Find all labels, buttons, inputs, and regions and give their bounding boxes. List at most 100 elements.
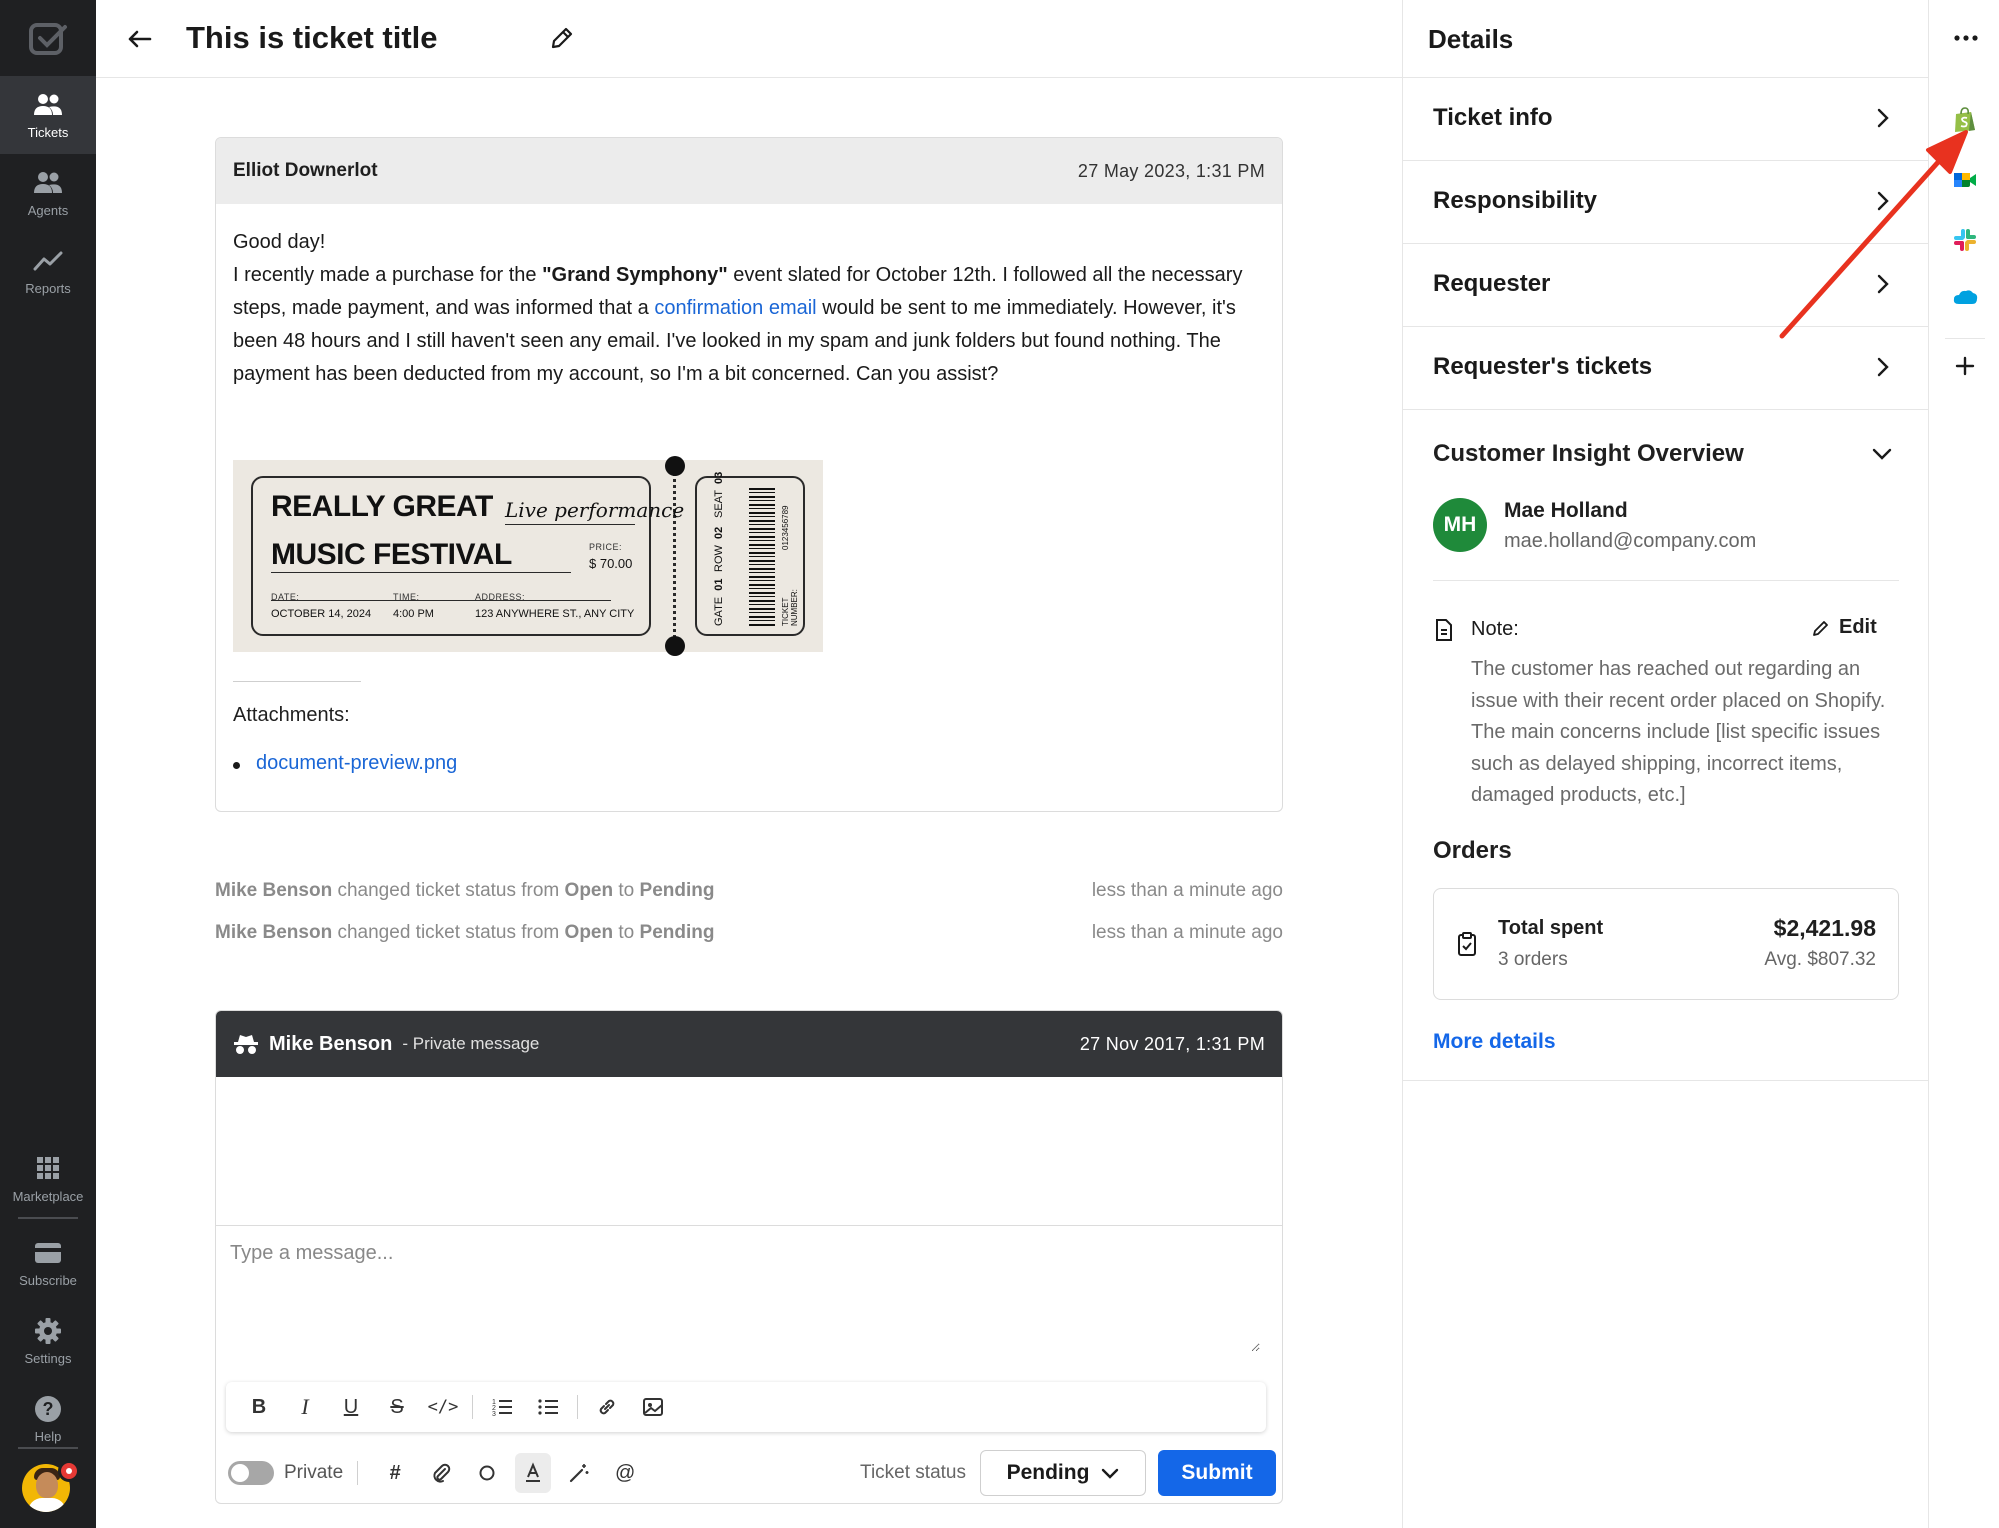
nav-item-reports[interactable]: Reports <box>0 232 96 310</box>
section-responsibility[interactable]: Responsibility <box>1403 161 1929 244</box>
mention-icon[interactable]: @ <box>602 1453 648 1493</box>
ticket-time: 4:00 PM <box>393 608 434 620</box>
section-label: Requester <box>1433 270 1551 297</box>
trend-icon <box>33 251 63 270</box>
circle-icon[interactable] <box>464 1453 510 1493</box>
pencil-icon <box>1813 620 1828 636</box>
ticket-price: $ 70.00 <box>589 556 633 571</box>
text-color-icon[interactable] <box>515 1453 552 1493</box>
back-arrow-icon[interactable] <box>124 24 154 54</box>
composer-actions: Private # @ Ticket status Pending Submit <box>226 1448 1276 1498</box>
section-label: Responsibility <box>1433 187 1598 214</box>
nav-item-label: Help <box>34 1428 62 1444</box>
pencil-icon[interactable] <box>548 24 576 52</box>
note-label: Note: <box>1471 618 1519 640</box>
more-details-link[interactable]: More details <box>1433 1030 1556 1054</box>
nav-item-marketplace[interactable]: Marketplace <box>0 1140 96 1218</box>
total-spent-label: Total spent <box>1498 917 1604 939</box>
gear-icon <box>35 1317 61 1344</box>
nav-divider <box>18 1217 78 1219</box>
message-input[interactable] <box>230 1242 1260 1352</box>
chevron-right-icon <box>1877 357 1889 377</box>
italic-icon[interactable]: I <box>282 1387 328 1427</box>
salesforce-icon[interactable] <box>1951 284 1979 312</box>
slack-icon[interactable] <box>1951 226 1979 254</box>
nav-item-label: Agents <box>27 202 69 218</box>
ticket-script-text: Live performance <box>505 498 685 522</box>
ticket-status-select[interactable]: Pending <box>980 1450 1146 1496</box>
google-meet-icon[interactable] <box>1951 166 1979 194</box>
formatting-toolbar: B I U S </> 123 <box>226 1382 1266 1432</box>
section-label: Requester's tickets <box>1433 353 1653 380</box>
details-header: Details <box>1403 0 1929 78</box>
attachment-link[interactable]: document-preview.png <box>232 752 457 775</box>
orders-summary-card: Total spent 3 orders $2,421.98 Avg. $807… <box>1433 888 1899 1000</box>
message-header: Elliot Downerlot 27 May 2023, 1:31 PM <box>216 138 1282 204</box>
private-message-kind: - Private message <box>402 1034 540 1053</box>
nav-item-label: Marketplace <box>12 1188 84 1204</box>
hashtag-icon[interactable]: # <box>372 1453 418 1493</box>
activity-text: Mike Benson changed ticket status from O… <box>215 922 715 943</box>
orders-title: Orders <box>1433 837 1512 864</box>
nav-item-label: Settings <box>24 1350 72 1366</box>
bullet-list-icon[interactable] <box>525 1387 571 1427</box>
apps-strip <box>1928 0 1999 1528</box>
note-edit-button[interactable]: Edit <box>1811 616 1877 639</box>
details-title: Details <box>1428 24 1514 54</box>
ordered-list-icon[interactable]: 123 <box>479 1387 525 1427</box>
notification-badge <box>58 1460 80 1482</box>
barcode <box>749 488 775 628</box>
underline-icon[interactable]: U <box>328 1387 374 1427</box>
message-bold-text: "Grand Symphony" <box>542 264 728 286</box>
nav-item-subscribe[interactable]: Subscribe <box>0 1224 96 1302</box>
shopify-icon[interactable] <box>1951 106 1979 134</box>
private-message-header: Mike Benson - Private message 27 Nov 201… <box>216 1011 1282 1077</box>
activity-time: less than a minute ago <box>1091 880 1283 901</box>
strikethrough-icon[interactable]: S <box>374 1387 420 1427</box>
reply-composer: B I U S </> 123 <box>216 1225 1282 1503</box>
message-date: 27 May 2023, 1:31 PM <box>1077 160 1265 181</box>
chevron-down-icon[interactable] <box>1870 442 1894 466</box>
plus-icon[interactable] <box>1951 352 1979 380</box>
clipboard-check-icon <box>1458 932 1476 956</box>
ticket-row: ROW 02 <box>713 526 725 572</box>
chevron-right-icon <box>1877 274 1889 294</box>
ticket-status-value: Pending <box>1006 1461 1090 1484</box>
magic-wand-icon[interactable] <box>556 1453 602 1493</box>
bold-icon[interactable]: B <box>236 1387 282 1427</box>
svg-text:?: ? <box>43 1399 54 1419</box>
nav-item-label: Reports <box>25 280 71 296</box>
ticket-headline: REALLY GREAT <box>271 490 493 523</box>
section-ticket-info[interactable]: Ticket info <box>1403 78 1929 161</box>
section-requesters-tickets[interactable]: Requester's tickets <box>1403 327 1929 410</box>
app-logo-icon[interactable] <box>28 22 68 56</box>
paperclip-icon[interactable] <box>418 1453 464 1493</box>
people-icon <box>34 171 62 193</box>
ticket-title: This is ticket title <box>186 20 438 55</box>
customer-name: Mae Holland <box>1504 499 1628 522</box>
card-icon <box>35 1242 61 1263</box>
private-message-author: Mike Benson <box>269 1032 393 1055</box>
ticket-address: 123 ANYWHERE ST., ANY CITY <box>475 608 635 620</box>
private-toggle[interactable] <box>228 1461 274 1485</box>
ticket-rule <box>271 600 611 601</box>
ticket-image[interactable]: REALLY GREAT Live performance MUSIC FEST… <box>233 456 823 656</box>
more-horizontal-icon[interactable] <box>1951 26 1981 50</box>
activity-log-row: Mike Benson changed ticket status from O… <box>215 880 1283 902</box>
confirmation-email-link[interactable]: confirmation email <box>654 297 816 319</box>
orders-average: Avg. $807.32 <box>1764 949 1876 970</box>
submit-button[interactable]: Submit <box>1158 1450 1276 1496</box>
link-icon[interactable] <box>584 1387 630 1427</box>
customer-insight-title[interactable]: Customer Insight Overview <box>1433 440 1744 468</box>
image-icon[interactable] <box>630 1387 676 1427</box>
nav-item-agents[interactable]: Agents <box>0 154 96 232</box>
ticket-headline: MUSIC FESTIVAL <box>271 538 512 571</box>
details-panel: Details Ticket info Responsibility Reque… <box>1402 0 1929 1528</box>
toolbar-divider <box>472 1395 473 1419</box>
section-requester[interactable]: Requester <box>1403 244 1929 327</box>
code-icon[interactable]: </> <box>420 1387 466 1427</box>
nav-item-tickets[interactable]: Tickets <box>0 76 96 154</box>
incognito-icon <box>234 1035 258 1054</box>
private-message-card: Mike Benson - Private message 27 Nov 201… <box>215 1010 1283 1504</box>
nav-item-settings[interactable]: Settings <box>0 1302 96 1380</box>
